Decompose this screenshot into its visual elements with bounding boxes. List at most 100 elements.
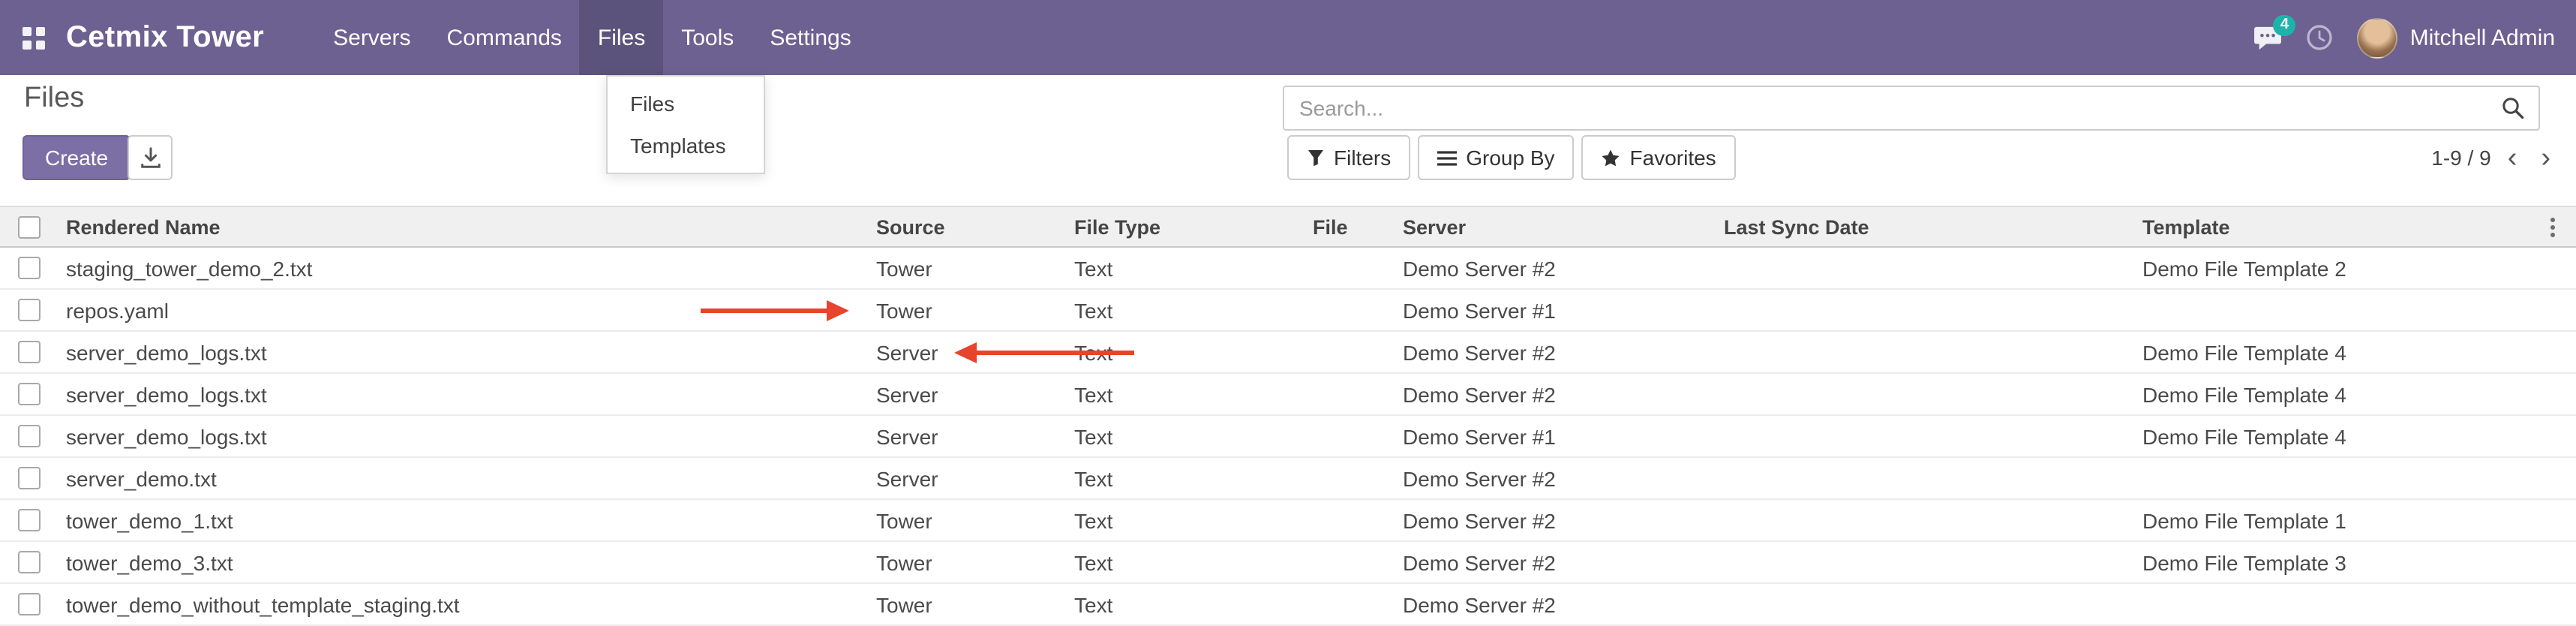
files-dropdown-menu: Files Templates (606, 75, 765, 174)
cell-source: Server (870, 382, 1068, 406)
row-checkbox[interactable] (17, 341, 40, 363)
optional-columns-toggle[interactable] (2546, 212, 2559, 241)
create-button[interactable]: Create (23, 135, 131, 180)
table-row[interactable]: server_demo_logs.txt Server Text Demo Se… (0, 332, 2576, 374)
messages-button[interactable]: 4 (2254, 25, 2283, 50)
apps-grid-icon (22, 26, 44, 49)
app-window: Cetmix Tower Servers Commands Files Tool… (0, 0, 2576, 626)
row-checkbox[interactable] (17, 593, 40, 615)
cell-rendered-name: server_demo_logs.txt (57, 424, 870, 448)
cell-rendered-name: tower_demo_3.txt (57, 550, 870, 574)
cell-source: Tower (870, 508, 1068, 532)
download-icon (139, 146, 161, 169)
cell-rendered-name: repos.yaml (57, 298, 870, 322)
cell-source: Server (870, 340, 1068, 364)
group-by-button[interactable]: Group By (1418, 135, 1574, 180)
column-header-rendered-name[interactable]: Rendered Name (57, 215, 870, 238)
cell-rendered-name: tower_demo_1.txt (57, 508, 870, 532)
cell-server: Demo Server #2 (1397, 466, 1718, 490)
table-row[interactable]: server_demo_logs.txt Server Text Demo Se… (0, 416, 2576, 458)
top-navbar: Cetmix Tower Servers Commands Files Tool… (0, 0, 2576, 75)
column-header-file-type[interactable]: File Type (1068, 215, 1307, 238)
cell-source: Tower (870, 256, 1068, 280)
cell-server: Demo Server #2 (1397, 550, 1718, 574)
dropdown-item-files[interactable]: Files (608, 83, 764, 125)
cell-file-type: Text (1068, 550, 1307, 574)
user-name: Mitchell Admin (2410, 25, 2555, 50)
menu-item-files[interactable]: Files (580, 0, 663, 75)
star-icon (1602, 148, 1621, 167)
search-input[interactable] (1284, 96, 2501, 120)
export-button[interactable] (128, 135, 173, 180)
files-list-view: Rendered Name Source File Type File Serv… (0, 206, 2576, 626)
select-all-checkbox[interactable] (17, 215, 40, 238)
group-by-icon (1437, 149, 1457, 166)
apps-menu-button[interactable] (0, 0, 66, 75)
cell-source: Tower (870, 592, 1068, 616)
activities-button[interactable] (2307, 24, 2334, 51)
table-row[interactable]: staging_tower_demo_2.txt Tower Text Demo… (0, 248, 2576, 290)
search-bar (1283, 86, 2540, 131)
filters-label: Filters (1334, 146, 1391, 170)
table-header-row: Rendered Name Source File Type File Serv… (0, 206, 2576, 248)
menu-item-settings[interactable]: Settings (752, 0, 869, 75)
cell-source: Tower (870, 550, 1068, 574)
row-checkbox[interactable] (17, 509, 40, 531)
table-row[interactable]: server_demo_logs.txt Server Text Demo Se… (0, 374, 2576, 416)
dropdown-item-templates[interactable]: Templates (608, 125, 764, 167)
search-icon (2501, 96, 2525, 120)
menu-item-tools[interactable]: Tools (663, 0, 752, 75)
column-header-file[interactable]: File (1307, 215, 1397, 238)
cell-server: Demo Server #2 (1397, 340, 1718, 364)
group-by-label: Group By (1466, 146, 1554, 170)
table-row[interactable]: tower_demo_without_template_staging.txt … (0, 584, 2576, 626)
pager: 1-9 / 9 ‹ › (2431, 135, 2558, 180)
search-options: Filters Group By Favorites (1287, 135, 1736, 180)
cell-rendered-name: server_demo_logs.txt (57, 382, 870, 406)
row-checkbox[interactable] (17, 299, 40, 321)
cell-file-type: Text (1068, 256, 1307, 280)
cell-template: Demo File Template 3 (2136, 550, 2529, 574)
column-header-template[interactable]: Template (2136, 215, 2529, 238)
cell-rendered-name: staging_tower_demo_2.txt (57, 256, 870, 280)
cell-file-type: Text (1068, 298, 1307, 322)
filters-button[interactable]: Filters (1287, 135, 1410, 180)
row-checkbox[interactable] (17, 383, 40, 405)
row-checkbox[interactable] (17, 551, 40, 573)
cell-file-type: Text (1068, 508, 1307, 532)
table-body: staging_tower_demo_2.txt Tower Text Demo… (0, 248, 2576, 626)
cell-template: Demo File Template 4 (2136, 424, 2529, 448)
table-row[interactable]: tower_demo_1.txt Tower Text Demo Server … (0, 500, 2576, 542)
column-header-last-sync-date[interactable]: Last Sync Date (1718, 215, 2136, 238)
menu-item-commands[interactable]: Commands (429, 0, 580, 75)
table-row[interactable]: tower_demo_3.txt Tower Text Demo Server … (0, 542, 2576, 584)
cell-server: Demo Server #1 (1397, 424, 1718, 448)
cell-rendered-name: server_demo.txt (57, 466, 870, 490)
filter-funnel-icon (1307, 149, 1325, 167)
column-header-server[interactable]: Server (1397, 215, 1718, 238)
search-submit[interactable] (2501, 96, 2525, 120)
cell-server: Demo Server #2 (1397, 256, 1718, 280)
pager-previous-button[interactable]: ‹ (2500, 143, 2525, 172)
row-checkbox[interactable] (17, 467, 40, 489)
column-header-source[interactable]: Source (870, 215, 1068, 238)
table-row[interactable]: repos.yaml Tower Text Demo Server #1 (0, 290, 2576, 332)
brand-title[interactable]: Cetmix Tower (66, 20, 264, 55)
row-checkbox[interactable] (17, 425, 40, 447)
cell-server: Demo Server #2 (1397, 508, 1718, 532)
pager-next-button[interactable]: › (2533, 143, 2558, 172)
row-checkbox[interactable] (17, 257, 40, 279)
main-menu: Servers Commands Files Tools Settings (315, 0, 869, 75)
favorites-button[interactable]: Favorites (1582, 135, 1736, 180)
favorites-label: Favorites (1630, 146, 1716, 170)
cell-source: Tower (870, 298, 1068, 322)
page-title: Files (24, 83, 84, 116)
menu-item-servers[interactable]: Servers (315, 0, 428, 75)
cell-rendered-name: tower_demo_without_template_staging.txt (57, 592, 870, 616)
cell-file-type: Text (1068, 382, 1307, 406)
table-row[interactable]: server_demo.txt Server Text Demo Server … (0, 458, 2576, 500)
navbar-right: 4 Mitchell Admin (2254, 17, 2576, 58)
user-menu[interactable]: Mitchell Admin (2358, 17, 2555, 58)
cell-server: Demo Server #2 (1397, 592, 1718, 616)
cell-file-type: Text (1068, 340, 1307, 364)
